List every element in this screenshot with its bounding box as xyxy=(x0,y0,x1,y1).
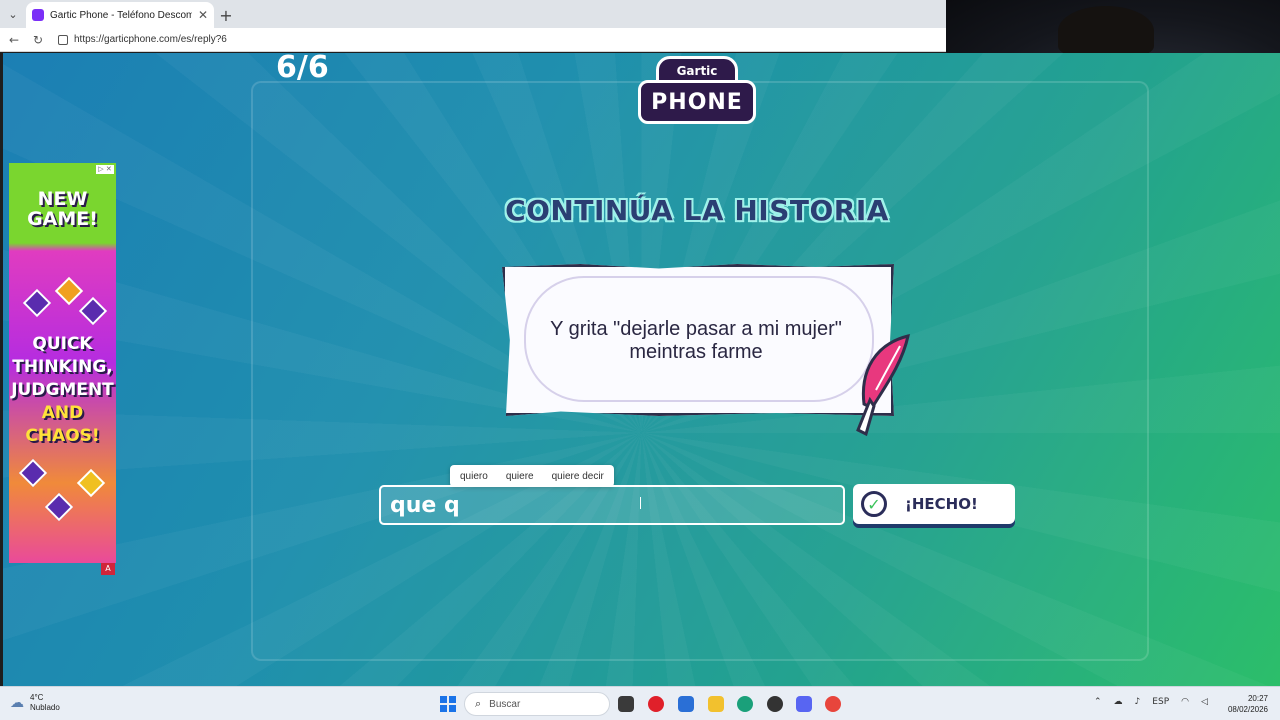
chevron-up-icon[interactable]: ⌃ xyxy=(1094,697,1102,707)
ad-decor-shape xyxy=(44,492,74,522)
close-tab-icon[interactable]: ✕ xyxy=(198,8,208,22)
ad-tagline-line: QUICK xyxy=(32,334,93,354)
side-advertisement[interactable]: ▷ ✕ NEW GAME! QUICK THINKING, JUDGMENT A… xyxy=(9,163,116,563)
ad-tagline-line: CHAOS! xyxy=(25,426,100,446)
suggestion-item[interactable]: quiere decir xyxy=(552,471,604,482)
ad-tagline-line: AND xyxy=(41,403,84,423)
site-info-icon[interactable] xyxy=(58,34,68,45)
ad-choice-badge[interactable]: A xyxy=(101,563,115,575)
obs-icon[interactable] xyxy=(767,696,783,712)
search-placeholder: Buscar xyxy=(489,698,521,710)
edge-icon[interactable] xyxy=(737,696,753,712)
volume-icon[interactable]: ◁ xyxy=(1201,697,1208,707)
cloud-icon: ☁ xyxy=(10,695,24,711)
temperature: 4°C xyxy=(30,693,44,702)
url-text: https://garticphone.com/es/reply?6 xyxy=(74,34,227,45)
back-icon[interactable]: ← xyxy=(6,33,22,47)
ad-decor-shape xyxy=(22,288,52,318)
ad-decor-shape xyxy=(18,458,48,488)
windows-start-icon[interactable] xyxy=(440,696,456,712)
autocomplete-suggestions: quiero quiere quiere decir xyxy=(450,465,614,487)
mouse-cursor-icon xyxy=(640,497,641,509)
ad-decor-shape xyxy=(76,468,106,498)
chrome-icon[interactable] xyxy=(825,696,841,712)
ad-decor-shape xyxy=(78,296,108,326)
gartic-phone-logo: Gartic PHONE xyxy=(636,50,758,128)
task-view-icon[interactable] xyxy=(618,696,634,712)
search-icon: ⌕ xyxy=(475,697,482,710)
new-tab-icon[interactable]: + xyxy=(214,2,238,28)
webcam-person-hair xyxy=(1058,6,1154,56)
opera-icon[interactable] xyxy=(648,696,664,712)
taskbar-clock[interactable]: 20:27 08/02/2026 xyxy=(1224,693,1268,715)
tab-title: Gartic Phone - Teléfono Descomp xyxy=(50,9,192,21)
ad-decor-shape xyxy=(54,276,84,306)
wifi-icon[interactable]: ◠ xyxy=(1181,697,1189,707)
suggestion-item[interactable]: quiero xyxy=(460,471,488,482)
clock-date: 08/02/2026 xyxy=(1227,705,1268,714)
microphone-icon[interactable]: ♪ xyxy=(1135,697,1141,707)
story-input-value: que q xyxy=(390,492,460,518)
ad-headline: NEW GAME! xyxy=(27,188,98,230)
store-icon[interactable] xyxy=(678,696,694,712)
gartic-favicon-icon xyxy=(32,9,44,21)
discord-icon[interactable] xyxy=(796,696,812,712)
ad-tagline: QUICK THINKING, JUDGMENT AND CHAOS! xyxy=(11,333,114,448)
browser-tab-bar: ⌄ Gartic Phone - Teléfono Descomp ✕ + xyxy=(0,0,946,28)
ad-close-icon[interactable]: ▷ ✕ xyxy=(96,165,114,174)
browser-tab[interactable]: Gartic Phone - Teléfono Descomp ✕ xyxy=(26,2,214,28)
ad-tagline-line: JUDGMENT xyxy=(11,380,114,400)
weather-condition: Nublado xyxy=(30,703,60,712)
file-explorer-icon[interactable] xyxy=(708,696,724,712)
quill-feather-icon xyxy=(856,333,910,437)
weather-widget[interactable]: ☁ 4°C Nublado xyxy=(10,693,60,713)
taskbar-search[interactable]: ⌕ Buscar xyxy=(464,692,610,716)
tab-search-icon[interactable]: ⌄ xyxy=(0,0,26,28)
done-button-label: ¡HECHO! xyxy=(905,495,978,513)
previous-story-text: Y grita "dejarle pasar a mi mujer" meint… xyxy=(550,318,842,363)
language-indicator[interactable]: ESP xyxy=(1152,697,1169,707)
windows-taskbar: ☁ 4°C Nublado ⌕ Buscar ⌃ ☁ ♪ ESP ◠ ◁ 20:… xyxy=(0,686,1280,720)
page-title: CONTINÚA LA HISTORIA xyxy=(505,194,889,227)
clock-time: 20:27 xyxy=(1247,694,1268,703)
done-button[interactable]: ✓ ¡HECHO! xyxy=(853,484,1015,524)
network-cloud-icon[interactable]: ☁ xyxy=(1114,697,1123,707)
system-tray: ⌃ ☁ ♪ ESP ◠ ◁ xyxy=(1094,697,1208,707)
suggestion-item[interactable]: quiere xyxy=(506,471,534,482)
story-input[interactable]: que q xyxy=(379,485,845,525)
weather-text: 4°C Nublado xyxy=(30,693,60,713)
address-bar: ← ↻ https://garticphone.com/es/reply?6 xyxy=(0,28,946,52)
ad-tagline-line: THINKING, xyxy=(12,357,113,377)
round-counter: 6/6 xyxy=(276,50,329,85)
check-icon: ✓ xyxy=(861,491,887,517)
url-field[interactable]: https://garticphone.com/es/reply?6 xyxy=(58,34,227,45)
logo-main-text: PHONE xyxy=(638,80,756,124)
reload-icon[interactable]: ↻ xyxy=(30,33,46,47)
